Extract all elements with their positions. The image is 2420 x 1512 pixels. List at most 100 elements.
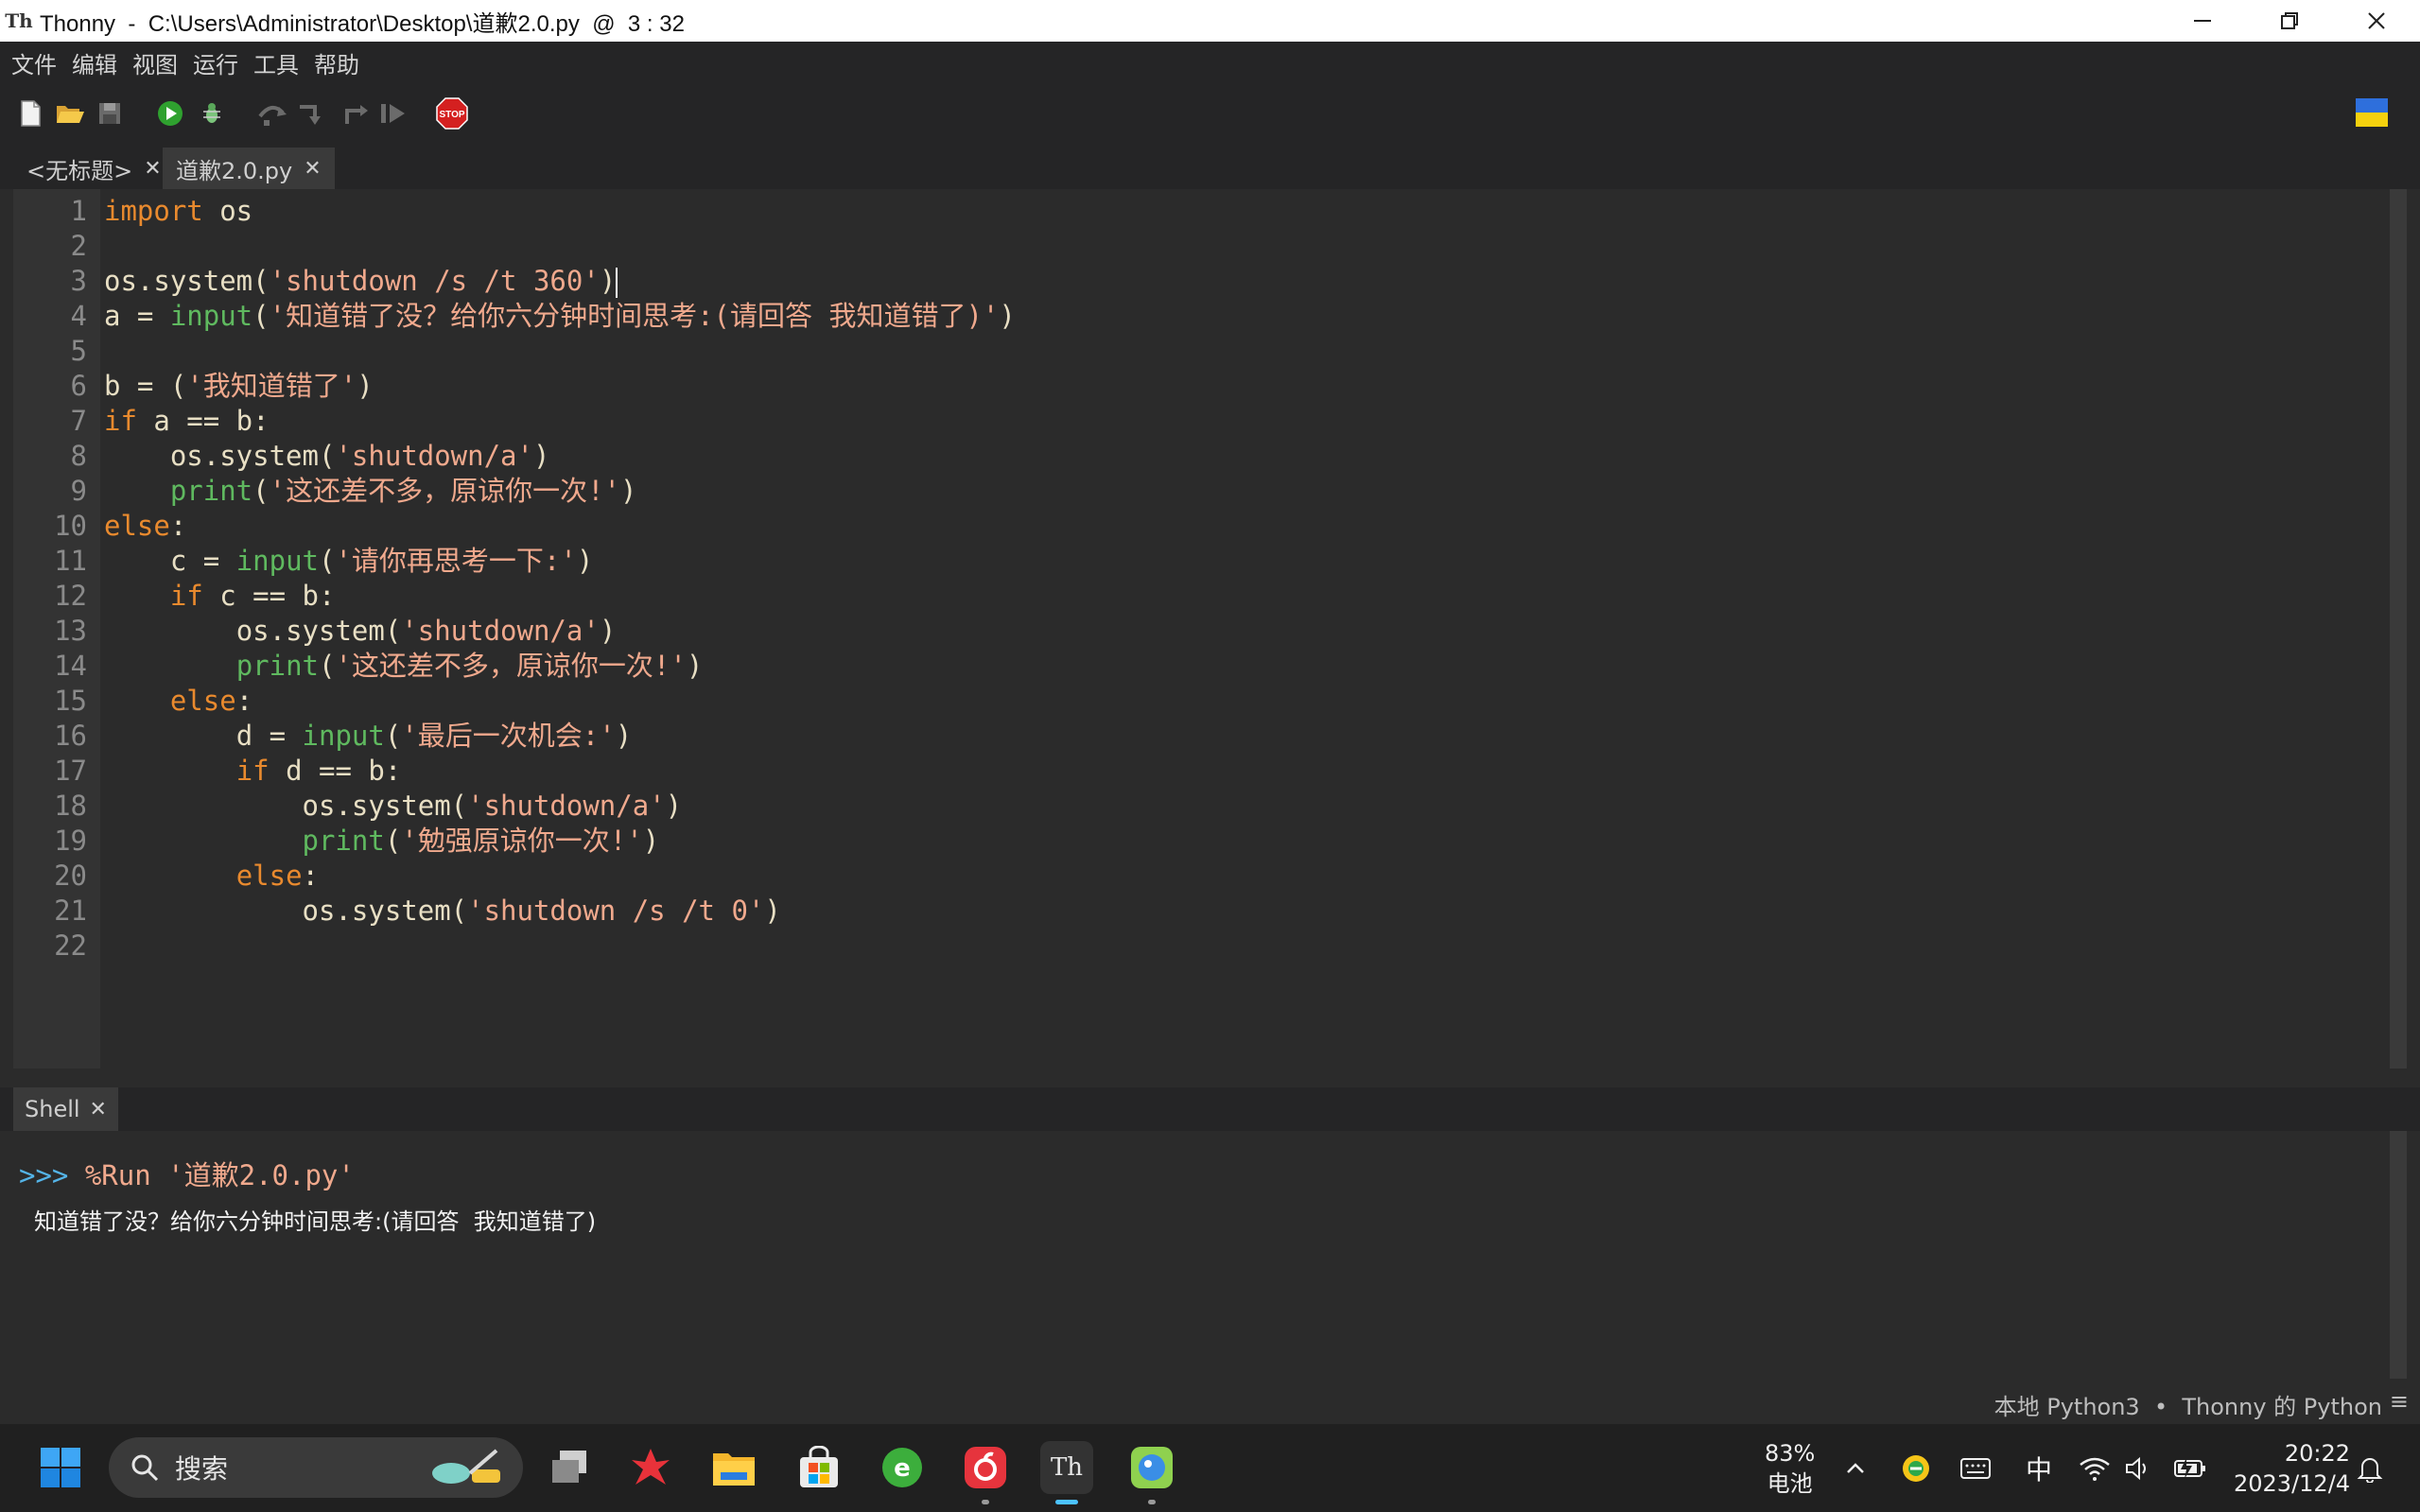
line-number: 1 bbox=[70, 195, 87, 227]
ukraine-flag-icon[interactable] bbox=[2356, 98, 2388, 127]
bird-app-button[interactable] bbox=[1125, 1441, 1178, 1494]
close-window-button[interactable] bbox=[2333, 0, 2420, 42]
battery-status[interactable]: 83% 电池 bbox=[1765, 1424, 1815, 1512]
new-file-button[interactable] bbox=[13, 96, 47, 130]
search-highlight-icon bbox=[432, 1449, 500, 1484]
stop-button[interactable]: STOP bbox=[435, 96, 469, 130]
line-number: 8 bbox=[70, 440, 87, 472]
start-button[interactable] bbox=[34, 1441, 87, 1494]
line-number: 12 bbox=[54, 580, 87, 612]
code-text-area[interactable]: import os os.system('shutdown /s /t 360'… bbox=[104, 189, 2407, 1069]
step-over-button[interactable] bbox=[255, 96, 289, 130]
menu-tools[interactable]: 工具 bbox=[253, 46, 299, 79]
notifications-button[interactable] bbox=[2357, 1424, 2383, 1512]
save-file-button[interactable] bbox=[93, 96, 127, 130]
title-bar: Th Thonny - C:\Users\Administrator\Deskt… bbox=[0, 0, 2420, 42]
battery-button[interactable] bbox=[2173, 1424, 2207, 1512]
menu-help[interactable]: 帮助 bbox=[314, 46, 359, 79]
debug-button[interactable] bbox=[195, 96, 229, 130]
tray-app-icon bbox=[1903, 1454, 1929, 1482]
taskbar: 搜索 e Th 83% 电池 中 20:22 2023/12/4 bbox=[0, 1424, 2420, 1512]
wps-icon bbox=[632, 1449, 670, 1485]
menu-edit[interactable]: 编辑 bbox=[72, 46, 117, 79]
status-menu-icon[interactable]: ≡ bbox=[2390, 1388, 2409, 1415]
tab-close-icon[interactable]: ✕ bbox=[304, 157, 321, 181]
line-number: 14 bbox=[54, 650, 87, 682]
code-editor[interactable]: 1 2 3 4 5 6 7 8 9 10 11 12 13 14 15 16 1… bbox=[13, 189, 2407, 1069]
shell-command: %Run '道歉2.0.py' bbox=[68, 1159, 355, 1191]
speaker-icon bbox=[2126, 1456, 2146, 1480]
code-line-1: import os bbox=[104, 195, 253, 227]
code-line-8: os.system('shutdown/a') bbox=[169, 440, 550, 472]
bird-app-icon bbox=[1131, 1447, 1173, 1488]
running-indicator bbox=[1148, 1500, 1156, 1504]
task-view-button[interactable] bbox=[543, 1441, 596, 1494]
volume-button[interactable] bbox=[2124, 1424, 2152, 1512]
code-line-7: if a == b: bbox=[104, 405, 270, 437]
wifi-button[interactable] bbox=[2079, 1424, 2111, 1512]
tab-shell[interactable]: Shell ✕ bbox=[13, 1087, 118, 1131]
line-number: 13 bbox=[54, 615, 87, 647]
thonny-app-icon: Th bbox=[5, 9, 33, 32]
interpreter-status[interactable]: 本地 Python3 • Thonny 的 Python bbox=[1994, 1388, 2382, 1421]
toolbar: STOP bbox=[0, 83, 2420, 148]
line-number: 21 bbox=[54, 895, 87, 927]
step-into-button[interactable] bbox=[295, 96, 329, 130]
tab-close-icon[interactable]: ✕ bbox=[144, 157, 161, 181]
resume-button[interactable] bbox=[376, 96, 410, 130]
menu-file[interactable]: 文件 bbox=[11, 46, 57, 79]
keyboard-button[interactable] bbox=[1959, 1424, 1992, 1512]
microsoft-store-button[interactable] bbox=[792, 1441, 845, 1494]
tab-daoqian-py[interactable]: 道歉2.0.py ✕ bbox=[163, 148, 335, 189]
line-number: 7 bbox=[70, 405, 87, 437]
open-file-button[interactable] bbox=[53, 96, 87, 130]
browser-button[interactable]: e bbox=[876, 1441, 929, 1494]
stop-label: STOP bbox=[439, 110, 464, 120]
shell-close-icon[interactable]: ✕ bbox=[90, 1098, 107, 1121]
folder-open-icon bbox=[57, 106, 84, 123]
chevron-up-icon bbox=[1847, 1462, 1864, 1473]
code-line-21: os.system('shutdown /s /t 0') bbox=[302, 895, 781, 927]
battery-charging-icon bbox=[2174, 1457, 2205, 1479]
show-hidden-icons-button[interactable] bbox=[1844, 1424, 1867, 1512]
taskbar-search[interactable]: 搜索 bbox=[109, 1437, 523, 1498]
code-line-4: a = input('知道错了没？给你六分钟时间思考:(请回答 我知道错了)') bbox=[104, 300, 1016, 332]
window-title: Thonny - C:\Users\Administrator\Desktop\… bbox=[40, 10, 685, 37]
wps-app-button[interactable] bbox=[624, 1441, 677, 1494]
search-placeholder: 搜索 bbox=[175, 1453, 229, 1485]
code-line-6: b = ('我知道错了') bbox=[104, 370, 374, 402]
menu-view[interactable]: 视图 bbox=[132, 46, 178, 79]
svg-text:e: e bbox=[894, 1454, 911, 1483]
minimize-button[interactable] bbox=[2159, 0, 2246, 42]
clock[interactable]: 20:22 2023/12/4 bbox=[2234, 1424, 2350, 1512]
step-out-button[interactable] bbox=[337, 96, 371, 130]
shell-tab-bar: Shell ✕ bbox=[0, 1087, 2420, 1131]
stop-icon: STOP bbox=[436, 97, 468, 130]
keyboard-icon bbox=[1960, 1457, 1991, 1479]
shell-console[interactable]: >>> %Run '道歉2.0.py' 知道错了没？给你六分钟时间思考:(请回答… bbox=[13, 1131, 2407, 1379]
line-number: 16 bbox=[54, 720, 87, 752]
line-number: 22 bbox=[54, 930, 87, 962]
thonny-taskbar-button[interactable]: Th bbox=[1040, 1441, 1093, 1494]
ime-mode-button[interactable]: 中 bbox=[2026, 1424, 2052, 1512]
bell-icon bbox=[2357, 1457, 2383, 1483]
wifi-icon bbox=[2080, 1457, 2110, 1481]
run-button[interactable] bbox=[153, 96, 187, 130]
line-number: 19 bbox=[54, 825, 87, 857]
line-number: 10 bbox=[54, 510, 87, 542]
resume-icon bbox=[381, 104, 405, 123]
shell-scrollbar[interactable] bbox=[2390, 1131, 2407, 1379]
menu-run[interactable]: 运行 bbox=[193, 46, 238, 79]
restore-button[interactable] bbox=[2246, 0, 2333, 42]
menu-bar: 文件 编辑 视图 运行 工具 帮助 bbox=[0, 42, 2420, 83]
tray-app-button[interactable] bbox=[1901, 1424, 1931, 1512]
step-into-icon bbox=[300, 105, 321, 125]
new-file-icon bbox=[21, 100, 41, 127]
netease-music-button[interactable] bbox=[959, 1441, 1012, 1494]
editor-scrollbar[interactable] bbox=[2390, 189, 2407, 1069]
file-explorer-button[interactable] bbox=[707, 1441, 760, 1494]
tab-untitled[interactable]: <无标题> ✕ bbox=[13, 148, 175, 189]
netease-music-icon bbox=[965, 1447, 1006, 1488]
code-line-10: else: bbox=[104, 510, 187, 542]
line-number: 6 bbox=[70, 370, 87, 402]
